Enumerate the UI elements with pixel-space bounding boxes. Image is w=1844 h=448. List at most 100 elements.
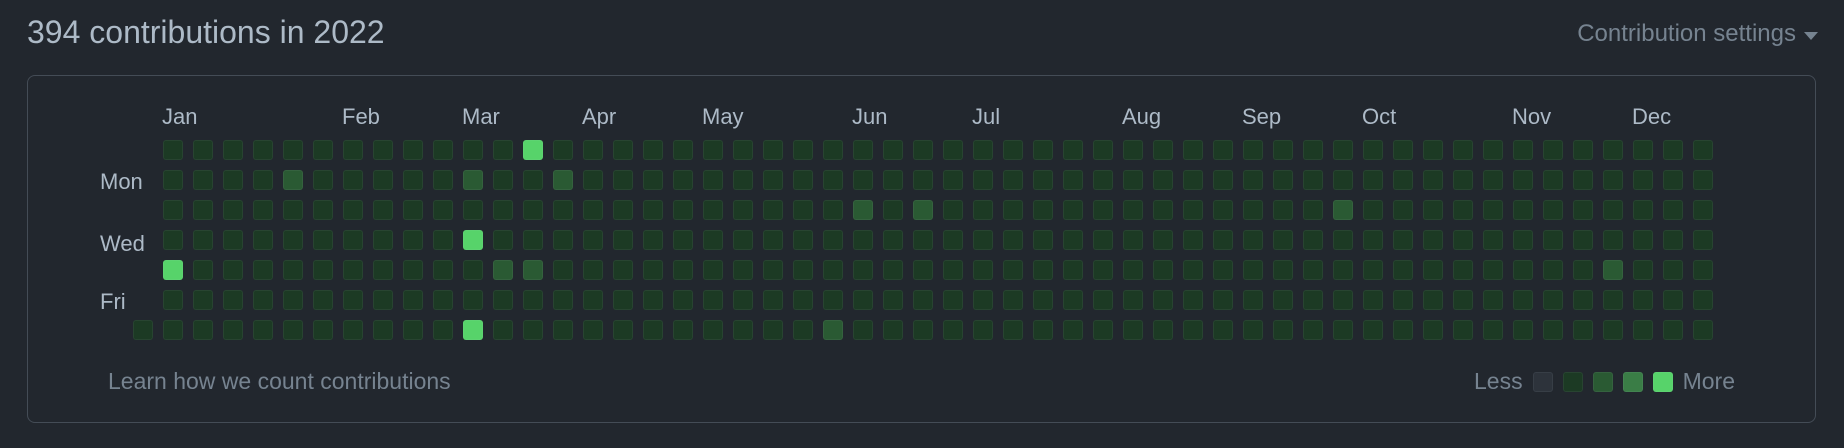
contribution-day-cell[interactable] (1453, 320, 1473, 340)
contribution-day-cell[interactable] (1513, 200, 1533, 220)
contribution-day-cell[interactable] (1393, 230, 1413, 250)
contribution-day-cell[interactable] (1423, 230, 1443, 250)
contribution-day-cell[interactable] (313, 200, 333, 220)
contribution-day-cell[interactable] (1543, 140, 1563, 160)
contribution-day-cell[interactable] (1303, 140, 1323, 160)
contribution-day-cell[interactable] (673, 320, 693, 340)
contribution-day-cell[interactable] (1693, 200, 1713, 220)
contribution-day-cell[interactable] (1063, 320, 1083, 340)
contribution-day-cell[interactable] (403, 260, 423, 280)
contribution-day-cell[interactable] (643, 170, 663, 190)
contribution-day-cell[interactable] (793, 200, 813, 220)
contribution-day-cell[interactable] (403, 230, 423, 250)
contribution-day-cell[interactable] (1363, 260, 1383, 280)
contribution-day-cell[interactable] (1333, 170, 1353, 190)
contribution-day-cell[interactable] (163, 170, 183, 190)
contribution-day-cell[interactable] (913, 170, 933, 190)
contribution-day-cell[interactable] (163, 260, 183, 280)
contribution-day-cell[interactable] (943, 230, 963, 250)
contribution-day-cell[interactable] (583, 260, 603, 280)
contribution-day-cell[interactable] (643, 320, 663, 340)
contribution-day-cell[interactable] (1333, 230, 1353, 250)
contribution-day-cell[interactable] (1033, 170, 1053, 190)
contribution-day-cell[interactable] (913, 260, 933, 280)
contribution-day-cell[interactable] (763, 260, 783, 280)
contribution-day-cell[interactable] (373, 170, 393, 190)
contribution-day-cell[interactable] (193, 320, 213, 340)
contribution-day-cell[interactable] (613, 290, 633, 310)
contribution-day-cell[interactable] (703, 140, 723, 160)
contribution-day-cell[interactable] (1513, 320, 1533, 340)
contribution-day-cell[interactable] (853, 170, 873, 190)
contribution-day-cell[interactable] (1333, 140, 1353, 160)
contribution-day-cell[interactable] (853, 320, 873, 340)
contribution-day-cell[interactable] (1543, 290, 1563, 310)
contribution-day-cell[interactable] (163, 290, 183, 310)
contribution-day-cell[interactable] (403, 200, 423, 220)
contribution-day-cell[interactable] (613, 260, 633, 280)
contribution-day-cell[interactable] (313, 230, 333, 250)
contribution-day-cell[interactable] (553, 260, 573, 280)
contribution-day-cell[interactable] (763, 230, 783, 250)
contribution-day-cell[interactable] (283, 170, 303, 190)
contribution-day-cell[interactable] (1453, 290, 1473, 310)
contribution-day-cell[interactable] (433, 230, 453, 250)
contribution-day-cell[interactable] (1663, 200, 1683, 220)
contribution-day-cell[interactable] (673, 170, 693, 190)
contribution-day-cell[interactable] (643, 230, 663, 250)
contribution-day-cell[interactable] (793, 230, 813, 250)
contribution-day-cell[interactable] (1543, 200, 1563, 220)
contribution-day-cell[interactable] (1633, 320, 1653, 340)
contribution-day-cell[interactable] (403, 170, 423, 190)
contribution-day-cell[interactable] (493, 200, 513, 220)
contribution-day-cell[interactable] (1603, 140, 1623, 160)
contribution-day-cell[interactable] (703, 200, 723, 220)
contribution-day-cell[interactable] (1213, 320, 1233, 340)
contribution-day-cell[interactable] (673, 140, 693, 160)
contribution-day-cell[interactable] (1213, 230, 1233, 250)
contribution-day-cell[interactable] (493, 320, 513, 340)
contribution-day-cell[interactable] (1303, 230, 1323, 250)
contribution-day-cell[interactable] (613, 140, 633, 160)
contribution-day-cell[interactable] (1573, 200, 1593, 220)
contribution-day-cell[interactable] (253, 260, 273, 280)
contribution-day-cell[interactable] (583, 290, 603, 310)
contribution-day-cell[interactable] (1513, 290, 1533, 310)
contribution-day-cell[interactable] (1693, 170, 1713, 190)
contribution-day-cell[interactable] (1453, 260, 1473, 280)
contribution-day-cell[interactable] (1573, 140, 1593, 160)
contribution-day-cell[interactable] (853, 230, 873, 250)
contribution-day-cell[interactable] (793, 140, 813, 160)
contribution-day-cell[interactable] (1153, 320, 1173, 340)
contribution-day-cell[interactable] (1363, 170, 1383, 190)
contribution-day-cell[interactable] (1153, 290, 1173, 310)
contribution-day-cell[interactable] (583, 320, 603, 340)
contribution-day-cell[interactable] (1153, 230, 1173, 250)
contribution-day-cell[interactable] (253, 140, 273, 160)
contribution-day-cell[interactable] (1063, 200, 1083, 220)
contribution-day-cell[interactable] (973, 320, 993, 340)
contribution-day-cell[interactable] (313, 260, 333, 280)
contribution-day-cell[interactable] (973, 230, 993, 250)
contribution-day-cell[interactable] (163, 320, 183, 340)
contribution-day-cell[interactable] (1633, 230, 1653, 250)
contribution-day-cell[interactable] (883, 290, 903, 310)
contribution-day-cell[interactable] (1693, 290, 1713, 310)
contribution-day-cell[interactable] (523, 290, 543, 310)
contribution-day-cell[interactable] (1093, 230, 1113, 250)
contribution-day-cell[interactable] (763, 170, 783, 190)
contribution-day-cell[interactable] (1303, 170, 1323, 190)
contribution-day-cell[interactable] (313, 170, 333, 190)
contribution-day-cell[interactable] (1093, 260, 1113, 280)
contribution-day-cell[interactable] (523, 320, 543, 340)
contribution-day-cell[interactable] (1003, 170, 1023, 190)
contribution-day-cell[interactable] (1153, 200, 1173, 220)
contribution-day-cell[interactable] (1033, 290, 1053, 310)
contribution-day-cell[interactable] (1123, 140, 1143, 160)
contribution-day-cell[interactable] (1573, 260, 1593, 280)
contribution-day-cell[interactable] (883, 170, 903, 190)
contribution-day-cell[interactable] (1693, 140, 1713, 160)
contribution-day-cell[interactable] (373, 230, 393, 250)
contribution-day-cell[interactable] (1153, 140, 1173, 160)
contribution-day-cell[interactable] (403, 290, 423, 310)
